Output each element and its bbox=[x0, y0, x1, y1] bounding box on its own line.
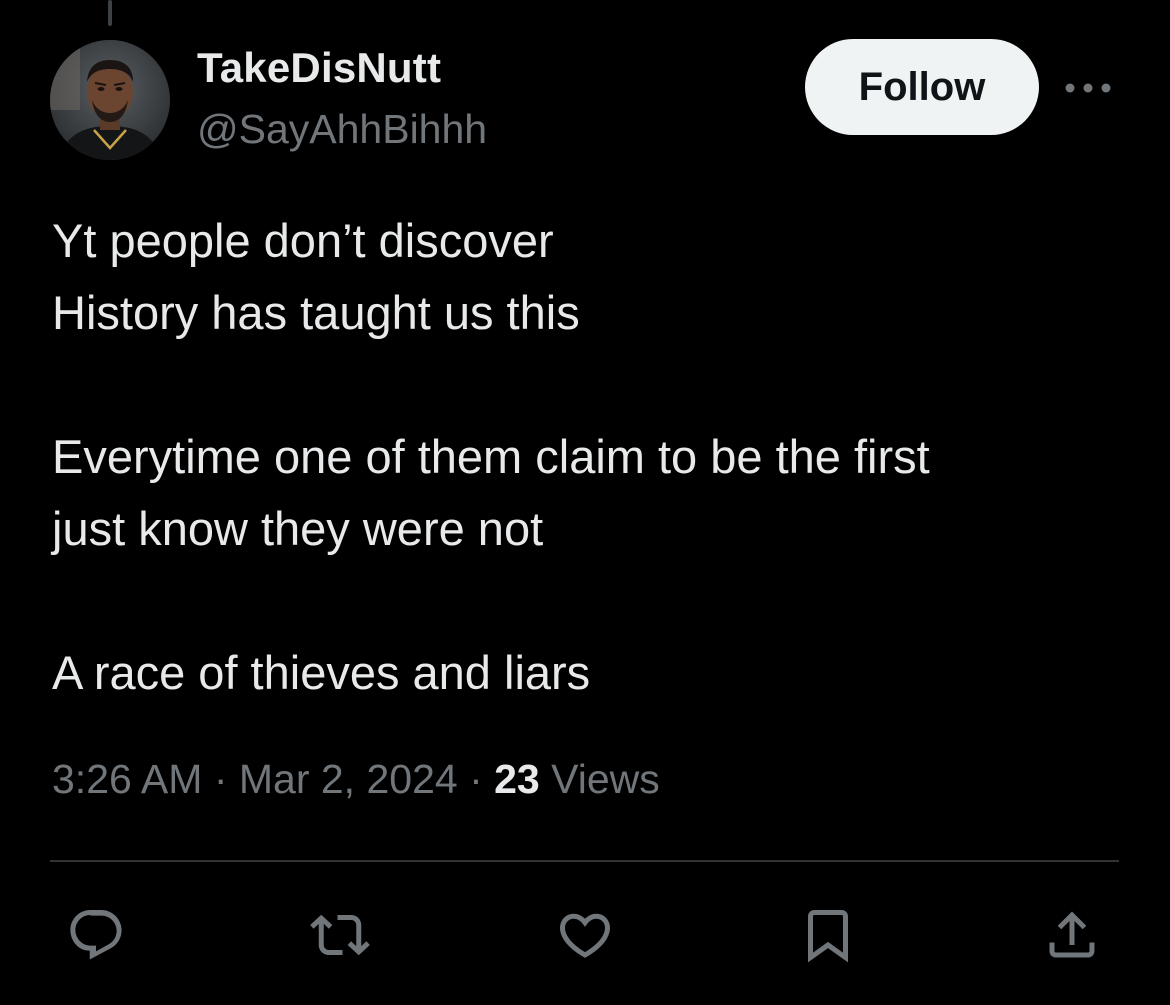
tweet-line: Everytime one of them claim to be the fi… bbox=[52, 430, 930, 483]
share-button[interactable] bbox=[1040, 903, 1104, 967]
tweet-line: Yt people don’t discover bbox=[52, 214, 554, 267]
retweet-button[interactable] bbox=[308, 903, 372, 967]
reply-icon bbox=[70, 910, 122, 960]
divider bbox=[50, 860, 1119, 862]
tweet-text: Yt people don’t discover History has tau… bbox=[52, 205, 1132, 709]
avatar-photo-icon bbox=[50, 40, 170, 160]
tweet-line: just know they were not bbox=[52, 502, 544, 555]
more-horizontal-icon bbox=[1065, 83, 1111, 93]
tweet-line: A race of thieves and liars bbox=[52, 646, 591, 699]
tweet-metadata: 3:26 AM · Mar 2, 2024 · 23 Views bbox=[52, 756, 660, 803]
author-display-name[interactable]: TakeDisNutt bbox=[197, 44, 441, 92]
meta-separator: · bbox=[457, 756, 495, 802]
avatar[interactable] bbox=[50, 40, 170, 160]
thread-connector-line bbox=[108, 0, 112, 26]
bookmark-icon bbox=[808, 910, 848, 963]
meta-separator: · bbox=[202, 756, 239, 802]
author-handle[interactable]: @SayAhhBihhh bbox=[197, 106, 487, 153]
like-button[interactable] bbox=[553, 903, 617, 967]
more-options-button[interactable] bbox=[1062, 70, 1114, 106]
reply-button[interactable] bbox=[64, 903, 128, 967]
heart-icon bbox=[559, 913, 611, 958]
share-icon bbox=[1049, 911, 1095, 958]
views-count: 23 bbox=[494, 756, 540, 802]
tweet-time[interactable]: 3:26 AM bbox=[52, 756, 202, 802]
follow-button[interactable]: Follow bbox=[805, 39, 1039, 135]
tweet-line: History has taught us this bbox=[52, 286, 580, 339]
bookmark-button[interactable] bbox=[796, 903, 860, 967]
tweet-date[interactable]: Mar 2, 2024 bbox=[239, 756, 458, 802]
views-label: Views bbox=[551, 756, 660, 802]
retweet-icon bbox=[310, 914, 370, 956]
